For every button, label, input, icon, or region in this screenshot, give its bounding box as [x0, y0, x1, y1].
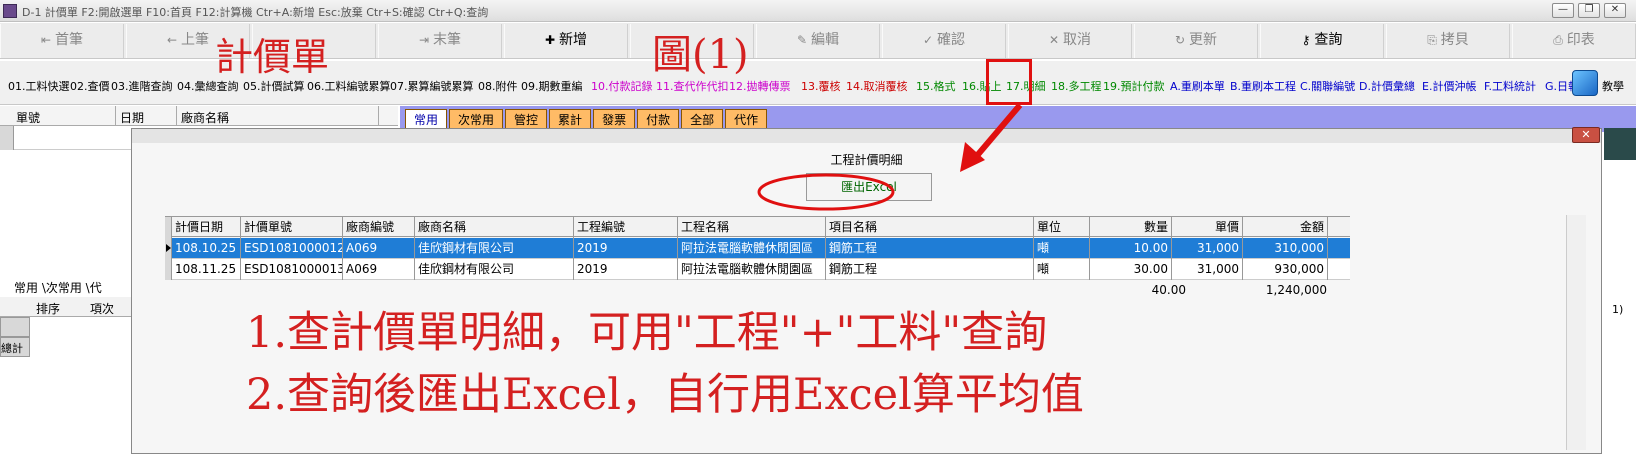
annotation-arrow — [972, 103, 1023, 160]
highlight-ellipse — [757, 173, 895, 211]
annotation-overlay — [757, 103, 1023, 211]
